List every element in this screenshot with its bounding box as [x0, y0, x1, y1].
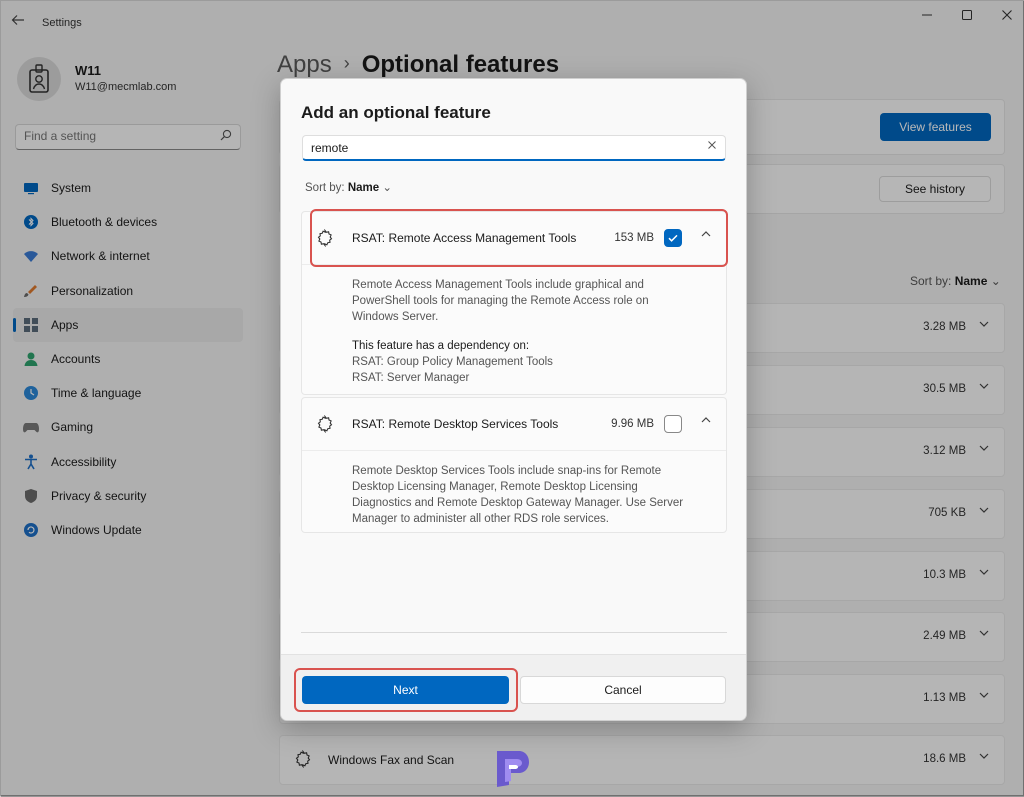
add-optional-feature-dialog: Add an optional feature Sort by: Name ⌄ … [280, 78, 747, 721]
feature-description-line: Desktop Licensing Manager, Remote Deskto… [352, 481, 638, 493]
feature-description-line: Windows Server. [352, 311, 439, 323]
feature-description-line: Manager to administer all other RDS role… [352, 513, 609, 525]
chevron-up-icon[interactable] [700, 414, 712, 429]
feature-description-line: PowerShell tools for managing the Remote… [352, 295, 649, 307]
dependency-title: This feature has a dependency on: [352, 340, 530, 352]
feature-header[interactable]: RSAT: Remote Desktop Services Tools 9.96… [302, 398, 726, 450]
settings-window: Settings W11 W11@mecmlab.com SystemBluet… [0, 0, 1024, 797]
highlight-box [310, 209, 728, 267]
feature-description-line: Diagnostics and Remote Desktop Gateway M… [352, 497, 684, 509]
feature-details: Remote Desktop Services Tools include sn… [302, 450, 726, 532]
divider [301, 632, 727, 633]
feature-description-line: Remote Desktop Services Tools include sn… [352, 465, 662, 477]
feature-description-line: Remote Access Management Tools include g… [352, 279, 644, 291]
dialog-footer: Next Cancel [281, 654, 746, 720]
feature-checkbox[interactable] [664, 415, 682, 433]
highlight-box [294, 668, 518, 712]
feature-name: RSAT: Remote Desktop Services Tools [352, 417, 559, 431]
sort-value: Name [347, 182, 380, 194]
feature-item: RSAT: Remote Desktop Services Tools 9.96… [301, 397, 727, 533]
dependency-item: RSAT: Server Manager [352, 372, 470, 384]
cancel-button[interactable]: Cancel [520, 676, 726, 704]
puzzle-gear-icon [316, 414, 334, 436]
feature-search-input[interactable] [311, 139, 691, 157]
feature-size: 9.96 MB [611, 418, 654, 430]
sort-label: Sort by: [305, 182, 345, 194]
feature-search-box[interactable] [302, 135, 726, 161]
chevron-down-icon: ⌄ [382, 182, 393, 194]
dependency-item: RSAT: Group Policy Management Tools [352, 356, 553, 368]
dialog-title: Add an optional feature [301, 103, 491, 122]
clear-search-icon[interactable] [707, 139, 717, 153]
feature-details: Remote Access Management Tools include g… [302, 264, 726, 394]
dialog-sort[interactable]: Sort by: Name ⌄ [305, 180, 392, 194]
watermark-logo [491, 747, 533, 789]
